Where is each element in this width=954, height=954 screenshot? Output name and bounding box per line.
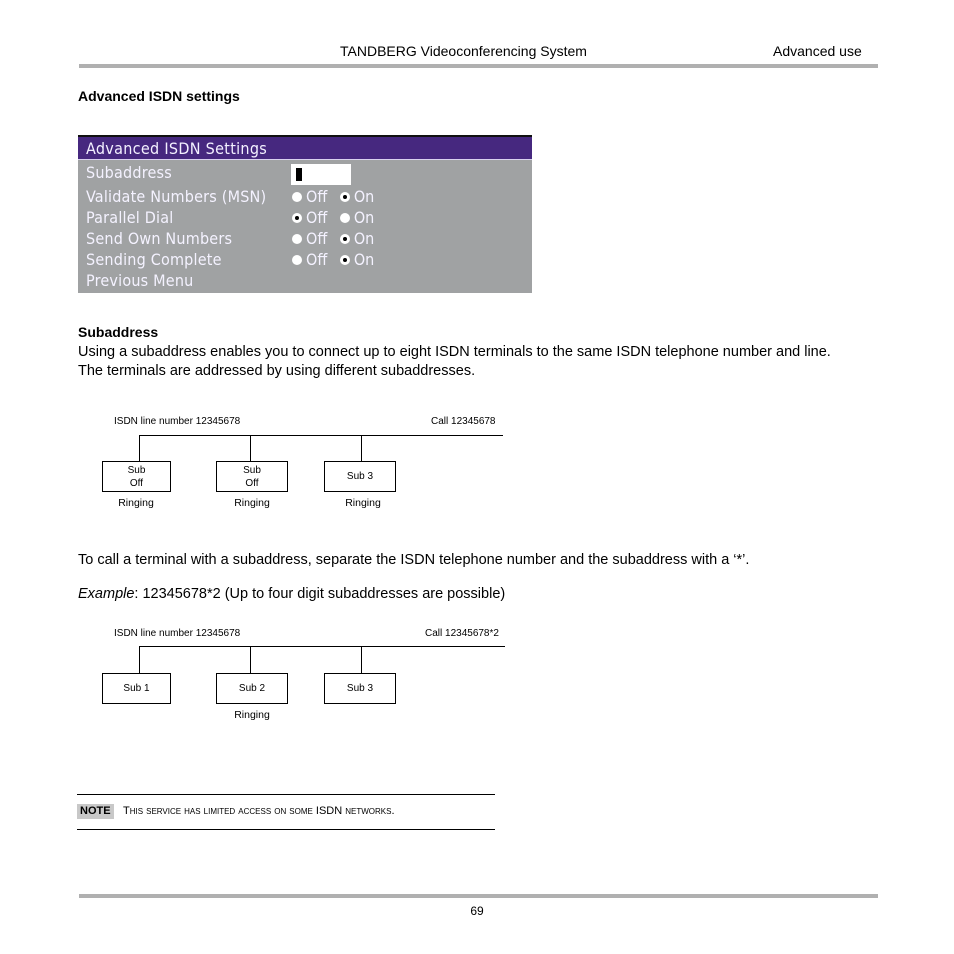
note-badge: NOTE bbox=[77, 804, 114, 819]
isdn-line bbox=[139, 646, 505, 647]
menu-item-sending-complete[interactable]: Sending Complete bbox=[86, 250, 222, 270]
example-label: Example bbox=[78, 586, 135, 602]
radio-off-icon bbox=[292, 254, 302, 265]
validate-off-option[interactable]: Off bbox=[292, 187, 327, 206]
menu-item-subaddress[interactable]: Subaddress bbox=[86, 163, 172, 183]
terminal-connector bbox=[139, 435, 140, 461]
send-own-on-option[interactable]: On bbox=[339, 229, 375, 248]
terminal-connector bbox=[361, 646, 362, 673]
menu-item-validate-numbers[interactable]: Validate Numbers (MSN) bbox=[86, 187, 266, 207]
option-label: Off bbox=[306, 229, 328, 248]
terminal-status: Ringing bbox=[234, 497, 270, 509]
terminal-label: Off bbox=[245, 477, 259, 489]
example-line: Example: 12345678*2 (Up to four digit su… bbox=[78, 585, 505, 604]
radio-selected-icon bbox=[292, 212, 302, 223]
terminal-box: Sub 3 bbox=[324, 461, 396, 492]
header-rule bbox=[79, 64, 878, 68]
terminal-connector bbox=[250, 646, 251, 673]
option-label: On bbox=[353, 229, 375, 248]
text-cursor bbox=[296, 168, 302, 181]
option-label: Off bbox=[306, 187, 328, 206]
terminal-connector bbox=[250, 435, 251, 461]
terminal-box: Sub 2 bbox=[216, 673, 288, 704]
validate-on-option[interactable]: On bbox=[339, 187, 375, 206]
terminal-label: Off bbox=[129, 477, 144, 489]
menu-item-previous-menu[interactable]: Previous Menu bbox=[86, 271, 193, 291]
section-name: Advanced use bbox=[773, 43, 862, 59]
radio-selected-icon bbox=[339, 233, 350, 244]
section-heading: Advanced ISDN settings bbox=[78, 88, 240, 104]
terminal-label: Sub 1 bbox=[123, 683, 150, 694]
terminal-label: Sub 3 bbox=[346, 683, 374, 694]
validate-numbers-options: Off On bbox=[292, 187, 382, 207]
terminal-label: Sub 3 bbox=[346, 471, 374, 482]
subaddress-heading: Subaddress bbox=[78, 324, 159, 340]
option-label: On bbox=[353, 208, 375, 227]
send-own-numbers-options: Off On bbox=[292, 229, 382, 249]
radio-off-icon bbox=[292, 233, 302, 244]
option-label: Off bbox=[306, 250, 328, 269]
call-label: Call 12345678*2 bbox=[425, 628, 499, 639]
terminal-label: Sub 2 bbox=[238, 683, 266, 694]
call-instruction: To call a terminal with a subaddress, se… bbox=[78, 552, 750, 568]
isdn-line-label: ISDN line number 12345678 bbox=[114, 628, 241, 639]
note-bottom-rule bbox=[77, 829, 495, 830]
parallel-on-option[interactable]: On bbox=[339, 208, 375, 227]
terminal-box: Sub Off bbox=[102, 461, 171, 492]
call-label: Call 12345678 bbox=[431, 416, 496, 427]
footer-rule bbox=[79, 894, 878, 898]
terminal-status: Ringing bbox=[345, 497, 381, 509]
note-text: This service has limited access on some … bbox=[123, 805, 395, 817]
document-title: TANDBERG Videoconferencing System bbox=[340, 43, 587, 59]
terminal-connector bbox=[139, 646, 140, 673]
note-top-rule bbox=[77, 794, 495, 795]
subaddress-input[interactable] bbox=[291, 164, 351, 185]
option-label: Off bbox=[306, 208, 328, 227]
radio-off-icon bbox=[339, 212, 350, 223]
menu-item-send-own-numbers[interactable]: Send Own Numbers bbox=[86, 229, 232, 249]
terminal-box: Sub 1 bbox=[102, 673, 171, 704]
terminal-box: Sub Off bbox=[216, 461, 288, 492]
isdn-line bbox=[139, 435, 503, 436]
option-label: On bbox=[353, 250, 375, 269]
radio-selected-icon bbox=[339, 254, 350, 265]
sending-complete-on-option[interactable]: On bbox=[339, 250, 375, 269]
sending-complete-options: Off On bbox=[292, 250, 382, 270]
terminal-box: Sub 3 bbox=[324, 673, 396, 704]
terminal-status: Ringing bbox=[234, 709, 270, 721]
send-own-off-option[interactable]: Off bbox=[292, 229, 327, 248]
radio-selected-icon bbox=[339, 191, 350, 202]
osd-menu: Advanced ISDN Settings Subaddress Valida… bbox=[78, 135, 532, 293]
parallel-off-option[interactable]: Off bbox=[292, 208, 327, 227]
sending-complete-off-option[interactable]: Off bbox=[292, 250, 327, 269]
example-text: : 12345678*2 (Up to four digit subaddres… bbox=[134, 586, 506, 602]
page-number: 69 bbox=[470, 904, 484, 918]
subaddress-paragraph: Using a subaddress enables you to connec… bbox=[78, 344, 831, 379]
terminal-status: Ringing bbox=[118, 497, 154, 509]
parallel-dial-options: Off On bbox=[292, 208, 382, 228]
menu-title: Advanced ISDN Settings bbox=[78, 137, 532, 160]
terminal-label: Sub bbox=[127, 464, 146, 476]
option-label: On bbox=[353, 187, 375, 206]
terminal-label: Sub bbox=[243, 464, 261, 476]
terminal-connector bbox=[361, 435, 362, 461]
radio-off-icon bbox=[292, 191, 302, 202]
isdn-line-label: ISDN line number 12345678 bbox=[114, 416, 241, 427]
menu-item-parallel-dial[interactable]: Parallel Dial bbox=[86, 208, 173, 228]
